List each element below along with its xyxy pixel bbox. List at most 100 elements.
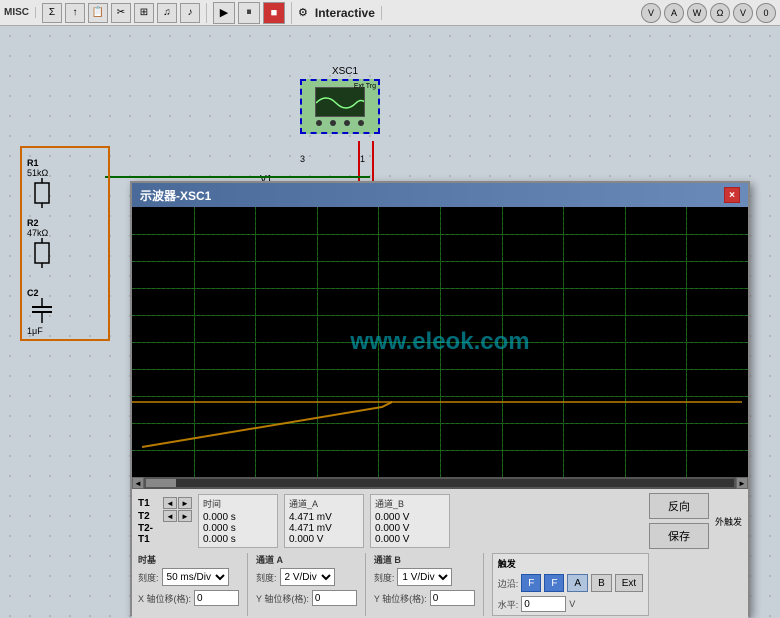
- measurement-row: T1 ◄ ► T2 ◄ ► T2-T1: [138, 493, 742, 549]
- cha-scale-label: 刻度:: [256, 571, 277, 584]
- cha-scale-select[interactable]: 2 V/Div: [280, 568, 335, 586]
- a-btn[interactable]: A: [567, 574, 588, 592]
- osc-instrument-box[interactable]: XSC1 Ext Trg: [300, 79, 380, 134]
- toolbar-btn-4[interactable]: ✂: [111, 3, 131, 23]
- ext-trigger-label: XSC1 Ext Trg: [354, 83, 376, 90]
- t2-arrows: ◄ ►: [163, 510, 192, 522]
- save-button[interactable]: 保存: [649, 523, 709, 549]
- scroll-right[interactable]: ►: [736, 477, 748, 489]
- misc-section: MISC: [4, 7, 36, 18]
- chb-settings: 通道 B 刻度: 1 V/Div Y 轴位移(格): 0: [374, 553, 475, 606]
- toolbar-btn-7[interactable]: ♪: [180, 3, 200, 23]
- t1-cha-val: 4.471 mV: [289, 512, 359, 523]
- toolbar-btn-3[interactable]: 📋: [88, 3, 108, 23]
- r2-value: 47kΩ: [27, 228, 57, 238]
- scale-label: 刻度:: [138, 571, 159, 584]
- t2-right[interactable]: ►: [178, 510, 192, 522]
- settings-row: 时基 刻度: 50 ms/Div X 轴位移(格): 0 通道: [138, 553, 742, 616]
- level-label: 水平:: [498, 598, 519, 611]
- f1-btn[interactable]: F: [521, 574, 541, 592]
- b-btn[interactable]: B: [591, 574, 612, 592]
- terminal-2[interactable]: [330, 120, 336, 126]
- toolbar-btn-2[interactable]: ↑: [65, 3, 85, 23]
- cha-group: 通道_A 4.471 mV 4.471 mV 0.000 V: [284, 494, 364, 548]
- toolbar-btn-5[interactable]: ⊞: [134, 3, 154, 23]
- t2-left[interactable]: ◄: [163, 510, 177, 522]
- divider-2: [365, 553, 366, 616]
- amp-btn[interactable]: A: [664, 3, 684, 23]
- trigger-settings: 触发 边沿: F F A B Ext 水平: 0 V: [492, 553, 650, 616]
- interactive-section: ⚙ Interactive: [298, 6, 382, 20]
- edge-label: 边沿:: [498, 577, 519, 590]
- volt2-btn[interactable]: V: [733, 3, 753, 23]
- t1-right[interactable]: ►: [178, 497, 192, 509]
- c2-symbol: [27, 298, 57, 323]
- component-box: R1 51kΩ R2 47kΩ C2: [20, 146, 110, 341]
- xsc1-instrument[interactable]: XSC1 XSC1 Ext Trg: [300, 66, 390, 136]
- cha-y-label: Y 轴位移(格):: [256, 592, 309, 605]
- t2t1-time-val: 0.000 s: [203, 534, 273, 545]
- cha-y-row: Y 轴位移(格): 0: [256, 590, 357, 606]
- close-button[interactable]: ×: [724, 187, 740, 203]
- x-offset-label: X 轴位移(格):: [138, 592, 191, 605]
- scroll-left[interactable]: ◄: [132, 477, 144, 489]
- xsc1-label: XSC1: [300, 66, 390, 77]
- ohm-btn[interactable]: Ω: [710, 3, 730, 23]
- t2-time-val: 0.000 s: [203, 523, 273, 534]
- x-offset-input[interactable]: 0: [194, 590, 239, 606]
- stop-button[interactable]: ■: [263, 2, 285, 24]
- level-unit: V: [569, 599, 575, 609]
- timebase-select[interactable]: 50 ms/Div: [162, 568, 229, 586]
- t2-chb-val: 0.000 V: [375, 523, 445, 534]
- play-button[interactable]: ▶: [213, 2, 235, 24]
- osc-titlebar[interactable]: 示波器-XSC1 ×: [132, 183, 748, 207]
- toolbar-btn-1[interactable]: Σ: [42, 3, 62, 23]
- wire-h-top: [105, 176, 370, 178]
- osc-mini-wave: [316, 88, 365, 117]
- r1-label: R1: [27, 158, 57, 168]
- osc-mini-screen: [315, 87, 365, 117]
- interactive-label: Interactive: [315, 6, 375, 20]
- level-row: 水平: 0 V: [498, 596, 644, 612]
- chb-scale-label: 刻度:: [374, 571, 395, 584]
- t1-left[interactable]: ◄: [163, 497, 177, 509]
- ext-trigger-group: 外触发: [715, 515, 742, 528]
- r2-label: R2: [27, 218, 57, 228]
- canvas-area: XSC1 XSC1 Ext Trg V1 3 1: [0, 26, 780, 618]
- reverse-button[interactable]: 反向: [649, 493, 709, 519]
- terminal-1[interactable]: [316, 120, 322, 126]
- osc-scrollbar[interactable]: ◄ ►: [132, 477, 748, 489]
- r2-symbol: [27, 238, 57, 268]
- t2t1-row: T2-T1: [138, 523, 192, 545]
- terminal-3[interactable]: [344, 120, 350, 126]
- net-3: 3: [300, 154, 305, 164]
- terminal-4[interactable]: [358, 120, 364, 126]
- toolbar-btn-6[interactable]: ♫: [157, 3, 177, 23]
- ext-trigger-text: 外触发: [715, 515, 742, 528]
- ext-btn[interactable]: Ext: [615, 574, 643, 592]
- t2-cha-val: 4.471 mV: [289, 523, 359, 534]
- toolbar-right: V A W Ω V 0: [641, 3, 776, 23]
- f2-btn[interactable]: F: [544, 574, 564, 592]
- playback-section: ▶ ⏸ ■: [213, 2, 292, 24]
- pause-button[interactable]: ⏸: [238, 2, 260, 24]
- level-input[interactable]: 0: [521, 596, 566, 612]
- chb-y-input[interactable]: 0: [430, 590, 475, 606]
- zero-btn[interactable]: 0: [756, 3, 776, 23]
- watt-btn[interactable]: W: [687, 3, 707, 23]
- cha-y-input[interactable]: 0: [312, 590, 357, 606]
- timebase-group: 时基 刻度: 50 ms/Div X 轴位移(格): 0: [138, 553, 239, 606]
- chb-y-label: Y 轴位移(格):: [374, 592, 427, 605]
- scroll-track[interactable]: [146, 479, 734, 487]
- t-section: T1 ◄ ► T2 ◄ ► T2-T1: [138, 497, 192, 545]
- scroll-thumb[interactable]: [146, 479, 176, 487]
- osc-title: 示波器-XSC1: [140, 187, 211, 204]
- t2-row: T2 ◄ ►: [138, 510, 192, 522]
- toolbar-buttons: Σ ↑ 📋 ✂ ⊞ ♫ ♪: [42, 3, 207, 23]
- volt-btn[interactable]: V: [641, 3, 661, 23]
- t1-row: T1 ◄ ►: [138, 497, 192, 509]
- osc-terminals: [316, 120, 364, 126]
- trigger-label: 触发: [498, 557, 644, 570]
- r1-symbol: [27, 178, 57, 208]
- chb-scale-select[interactable]: 1 V/Div: [397, 568, 452, 586]
